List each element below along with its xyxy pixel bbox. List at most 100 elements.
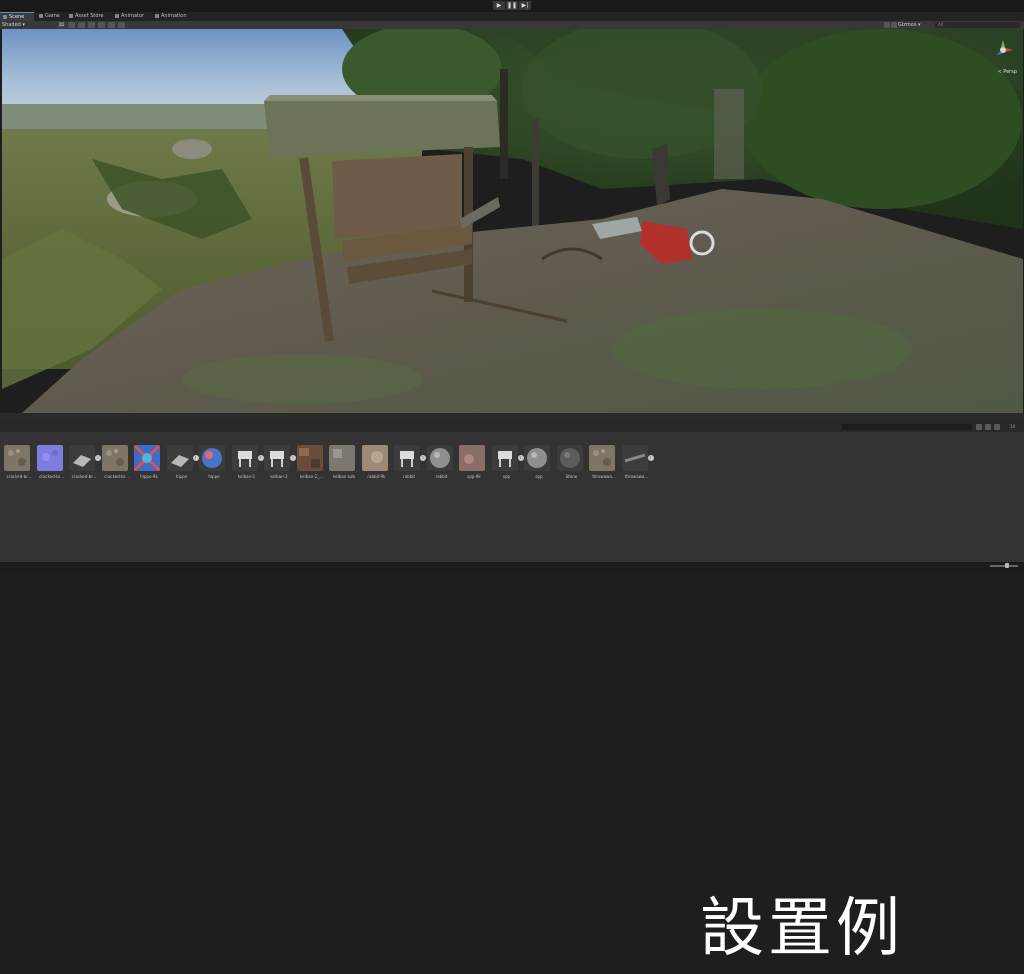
tab-label: Asset Store: [75, 13, 104, 19]
orientation-gizmo-icon[interactable]: [992, 39, 1014, 61]
asset-item[interactable]: hippo-9k: [134, 445, 164, 479]
asset-thumbnail: [491, 445, 518, 471]
expand-arrow-icon[interactable]: ›: [257, 455, 264, 461]
asset-item[interactable]: spp: [524, 445, 554, 479]
audio-icon[interactable]: [78, 22, 85, 28]
asset-label: Stone: [565, 474, 578, 479]
play-controls: ▶ ❚❚ ▶|: [493, 1, 531, 10]
asset-label: spp: [502, 474, 511, 479]
tools-icon[interactable]: [891, 22, 897, 28]
asset-item[interactable]: cracked-br...: [101, 445, 132, 479]
tab-label: Animator: [121, 13, 144, 19]
asset-thumbnail: [361, 445, 388, 471]
label-icon[interactable]: [985, 424, 991, 430]
filter-icon[interactable]: [976, 424, 982, 430]
project-toolbar: 14: [0, 422, 1024, 432]
asset-item[interactable]: rabbit-9k: [361, 445, 392, 479]
slider-handle[interactable]: [1005, 563, 1009, 568]
gamepad-icon: [39, 13, 43, 18]
asset-thumbnail: [589, 445, 615, 471]
tab-scene[interactable]: Scene: [0, 12, 34, 21]
asset-item[interactable]: keiban-sub: [329, 445, 359, 479]
asset-item[interactable]: › cracked-br...: [69, 445, 101, 479]
asset-item[interactable]: › hippo: [166, 445, 199, 479]
lighting-icon[interactable]: [68, 22, 75, 28]
asset-thumbnail: [524, 445, 550, 471]
asset-thumbnail: [394, 445, 420, 471]
asset-item[interactable]: Stone: [556, 445, 587, 479]
tab-animator[interactable]: Animator: [112, 12, 147, 21]
play-button[interactable]: ▶: [493, 1, 505, 10]
projection-label[interactable]: < Persp: [997, 69, 1017, 75]
asset-label: rabbit: [403, 474, 415, 479]
asset-thumbnail: [621, 445, 648, 471]
asset-thumbnail: [166, 445, 193, 471]
store-icon: [69, 13, 73, 18]
step-button[interactable]: ▶|: [519, 1, 531, 10]
expand-arrow-icon[interactable]: ›: [192, 455, 199, 461]
2d-toggle-icon[interactable]: 2D: [58, 22, 65, 28]
asset-label: spp-9k: [467, 474, 481, 479]
asset-label: rabbit-9k: [367, 474, 386, 479]
asset-thumbnail: [101, 445, 128, 471]
asset-label: cracked-br...: [104, 474, 129, 479]
asset-thumbnail: [556, 445, 583, 471]
window-tabs: Scene Game Asset Store Animator Animatio…: [0, 12, 1024, 21]
asset-thumbnail: [329, 445, 355, 471]
camera-settings-icon[interactable]: [884, 22, 890, 28]
pause-button[interactable]: ❚❚: [506, 1, 518, 10]
asset-thumbnail: [264, 445, 290, 471]
asset-thumbnail: [459, 445, 485, 471]
hidden-objects-icon[interactable]: [98, 22, 105, 28]
expand-arrow-icon[interactable]: ›: [420, 455, 426, 461]
asset-item[interactable]: keiban-2_...: [296, 445, 327, 479]
scene-toolbar: Shaded ▾ 2D Gizmos ▾ All: [0, 21, 1024, 29]
gizmos-label: Gizmos: [898, 22, 917, 28]
tab-animation[interactable]: Animation: [152, 12, 190, 21]
asset-label: spp: [535, 474, 543, 479]
asset-label: rabbit: [435, 474, 448, 479]
draw-mode-dropdown[interactable]: Shaded ▾: [2, 21, 25, 29]
scene-search-input[interactable]: All: [935, 22, 1020, 28]
asset-thumbnail: [36, 445, 63, 471]
asset-item[interactable]: hippo: [199, 445, 229, 479]
expand-arrow-icon[interactable]: ›: [95, 455, 101, 461]
expand-arrow-icon[interactable]: ›: [647, 455, 654, 461]
tab-game[interactable]: Game: [36, 12, 63, 21]
panel-separator: [0, 413, 1024, 422]
asset-item[interactable]: › keiban-2: [264, 445, 296, 479]
asset-item[interactable]: › keiban-1: [231, 445, 264, 479]
asset-item[interactable]: rabbit: [426, 445, 457, 479]
asset-label: keiban-2: [270, 474, 288, 479]
asset-item[interactable]: › spp: [491, 445, 524, 479]
gizmos-dropdown[interactable]: Gizmos ▾: [898, 21, 921, 29]
thumbnail-size-slider[interactable]: [990, 565, 1018, 567]
scene-toggles: 2D: [58, 22, 125, 28]
tab-asset-store[interactable]: Asset Store: [66, 12, 106, 21]
asset-item[interactable]: throwawa...: [589, 445, 619, 479]
grid-toggle-icon[interactable]: [118, 22, 125, 28]
asset-item[interactable]: cracked-br...: [4, 445, 34, 479]
expand-arrow-icon[interactable]: ›: [517, 455, 524, 461]
visible-count: 14: [1010, 424, 1016, 429]
asset-item[interactable]: cracked-br...: [36, 445, 67, 479]
star-icon[interactable]: [994, 424, 1000, 430]
draw-mode-label: Shaded: [2, 22, 21, 28]
grid-icon: [3, 14, 7, 19]
effects-icon[interactable]: [88, 22, 95, 28]
asset-label: keiban-sub: [333, 474, 355, 479]
asset-label: throwawa...: [624, 474, 649, 479]
asset-thumbnail: [4, 445, 30, 471]
asset-item[interactable]: › throwawa...: [621, 445, 654, 479]
camera-icon[interactable]: [108, 22, 115, 28]
asset-item[interactable]: spp-9k: [459, 445, 489, 479]
asset-thumbnail: [69, 445, 95, 471]
search-placeholder: All: [938, 22, 943, 27]
asset-label: throwawa...: [592, 474, 616, 479]
top-toolbar: ▶ ❚❚ ▶|: [0, 0, 1024, 12]
asset-label: cracked-br...: [71, 474, 97, 479]
expand-arrow-icon[interactable]: ›: [290, 455, 296, 461]
asset-item[interactable]: › rabbit: [394, 445, 426, 479]
scene-viewport[interactable]: < Persp: [2, 29, 1023, 413]
project-search-input[interactable]: [842, 424, 972, 430]
